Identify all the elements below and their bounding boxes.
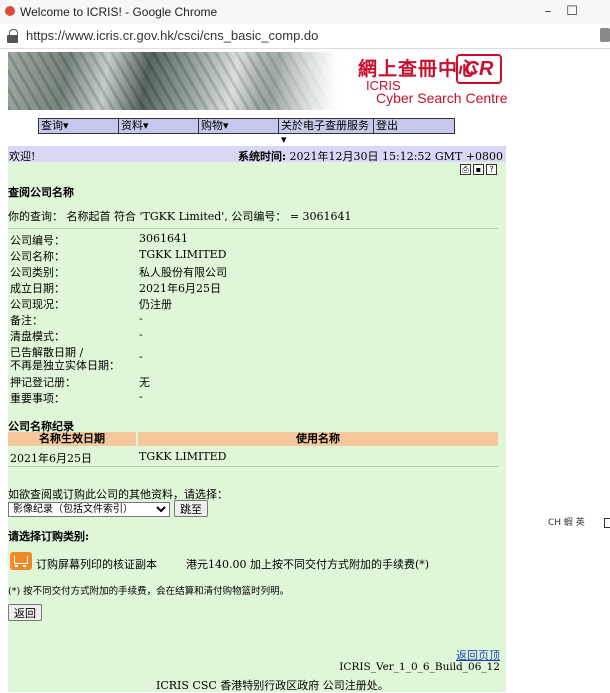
cr-logo: CR [456,54,502,84]
system-time-value: 2021年12月30日 15:12:52 GMT +0800 [289,150,503,163]
detail-label-incorporation: 成立日期： [10,282,65,295]
order-note: (*) 按不同交付方式附加的手续费，会在结算和清付购物篮时列明。 [8,586,290,597]
detail-value-remarks: - [139,312,143,325]
title-bar: Welcome to ICRIS! - Google Chrome – ☐ [0,0,610,25]
detail-value-winding-up: - [139,328,143,341]
other-info-select[interactable]: 影像纪录（包括文件索引） [8,502,170,517]
header-effective-date: 名称生效日期 [8,432,136,446]
extension-icon[interactable] [600,28,610,42]
help-icon[interactable]: ? [486,164,497,175]
order-item[interactable]: 订购屏幕列印的核证副本 [36,556,157,572]
content-panel: 欢迎! 系统时间: 2021年12月30日 15:12:52 GMT +0800… [8,146,506,692]
lock-icon [7,29,18,43]
banner-photo [8,52,338,110]
window-title: Welcome to ICRIS! - Google Chrome [20,5,218,19]
toolbar-icons: ⎙ ▪ ? [460,164,497,175]
detail-label-winding-up: 清盘模式： [10,330,65,343]
print-icon[interactable]: ⎙ [460,164,471,175]
detail-value-status: 仍注册 [139,298,172,311]
maximize-button[interactable]: ☐ [562,3,582,21]
detail-label-charges: 押记登记册： [10,376,76,389]
favicon-icon [5,6,15,16]
divider [8,466,498,467]
menu-about[interactable]: 关於电子查册服务▾ [279,119,374,146]
menu-info[interactable]: 资料▾ [119,119,199,133]
detail-label-company-name: 公司名称： [10,250,65,263]
detail-label-important: 重要事项： [10,392,65,405]
order-price: 港元140.00 加上按不同交付方式附加的手续费(*) [186,558,430,571]
ime-indicator[interactable]: CH 蝦 英 [548,515,610,531]
name-history-header: 名称生效日期 使用名称 [8,432,498,446]
version-text: ICRIS_Ver_1_0_6_Build_06_12 [339,661,500,673]
divider [8,228,498,229]
detail-label-dissolved-2: 不再是独立实体日期： [10,359,120,372]
detail-value-incorporation: 2021年6月25日 [139,282,221,295]
ime-mode-icon[interactable] [604,518,610,528]
menu-query[interactable]: 查询▾ [39,119,119,133]
footer-text: ICRIS CSC 香港特别行政区政府 公司注册处。 [156,679,389,692]
site-banner: 網上查冊中心 CR ICRIS Cyber Search Centre [8,52,508,110]
detail-label-company-no: 公司编号： [10,234,65,247]
menu-shopping[interactable]: 购物▾ [199,119,279,133]
main-menu: 查询▾ 资料▾ 购物▾ 关於电子查册服务▾ 登出 [38,118,455,146]
banner-en-title: Cyber Search Centre [376,90,508,106]
save-icon[interactable]: ▪ [473,164,484,175]
welcome-text: 欢迎! [9,150,36,163]
url-text[interactable]: https://www.icris.cr.gov.hk/csci/cns_bas… [26,28,318,43]
system-time: 系统时间: 2021年12月30日 15:12:52 GMT +0800 [238,148,503,164]
address-bar[interactable]: https://www.icris.cr.gov.hk/csci/cns_bas… [0,24,610,49]
system-time-label: 系统时间: [237,150,287,163]
page-title: 查阅公司名称 [8,186,74,199]
detail-value-important: - [139,390,143,403]
query-summary: 你的查询： 名称起首 符合 'TGKK Limited', 公司编号： = 30… [8,210,352,223]
detail-value-company-name: TGKK LIMITED [139,248,227,261]
order-title: 请选择订购类别: [8,530,90,543]
go-button[interactable]: 跳至 [174,500,208,517]
welcome-row: 欢迎! 系统时间: 2021年12月30日 15:12:52 GMT +0800 [8,146,506,164]
detail-label-company-type: 公司类别： [10,266,65,279]
history-date: 2021年6月25日 [10,452,92,465]
detail-label-remarks: 备注： [10,314,43,327]
history-name: TGKK LIMITED [139,450,227,463]
detail-value-company-no: 3061641 [139,232,188,245]
detail-label-status: 公司现况： [10,298,65,311]
header-name-used: 使用名称 [138,432,498,446]
detail-value-company-type: 私人股份有限公司 [139,266,227,279]
detail-value-charges: 无 [139,376,150,389]
detail-value-dissolved: - [139,350,143,363]
minimize-button[interactable]: – [538,3,558,21]
back-button[interactable]: 返回 [8,604,42,621]
menu-logout[interactable]: 登出 [374,119,454,133]
shopping-cart-icon[interactable] [10,552,32,570]
